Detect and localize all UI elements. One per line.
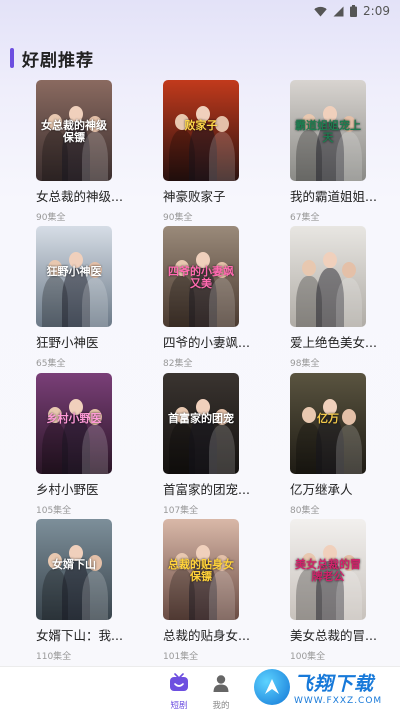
drama-title[interactable]: 总裁的贴身女...: [163, 625, 273, 644]
poster-figure: [82, 278, 108, 327]
drama-title[interactable]: 美女总裁的冒...: [290, 625, 400, 644]
drama-card[interactable]: 女婿下山女婿下山：我... 110集全: [36, 519, 146, 662]
battery-icon: [350, 5, 358, 17]
watermark-sub: WWW.FXXZ.COM: [294, 695, 383, 706]
user-icon: [211, 673, 231, 697]
poster-caption: 女总裁的神级保镖: [41, 119, 107, 144]
drama-title[interactable]: 爱上绝色美女...: [290, 332, 400, 351]
drama-poster[interactable]: 狂野小神医: [36, 226, 112, 327]
poster-figure: [209, 425, 235, 474]
drama-card[interactable]: 首富家的团宠首富家的团宠... 107集全: [163, 373, 273, 516]
drama-card[interactable]: 乡村小野医 乡村小野医 105集全: [36, 373, 146, 516]
poster-caption: 首富家的团宠: [168, 412, 234, 425]
poster-caption: 霸道姐姐宠上天: [295, 119, 361, 144]
drama-poster[interactable]: 亿万: [290, 373, 366, 474]
drama-episode-count: 100集全: [290, 652, 326, 662]
section-header: 好剧推荐: [10, 46, 94, 71]
poster-figure: [336, 425, 362, 474]
drama-poster[interactable]: [290, 226, 366, 327]
drama-poster[interactable]: 美女总裁的冒牌老公: [290, 519, 366, 620]
poster-caption: 乡村小野医: [46, 412, 102, 425]
poster-caption: 美女总裁的冒牌老公: [295, 558, 361, 583]
poster-figure-head: [342, 262, 356, 278]
tab-label: 短剧: [170, 701, 188, 711]
drama-episode-count: 98集全: [290, 359, 320, 369]
drama-card[interactable]: 霸道姐姐宠上天我的霸道姐姐... 67集全: [290, 80, 400, 223]
drama-title[interactable]: 四爷的小妻飒...: [163, 332, 273, 351]
drama-poster[interactable]: 女总裁的神级保镖: [36, 80, 112, 181]
drama-episode-count: 80集全: [290, 506, 320, 516]
drama-title[interactable]: 首富家的团宠...: [163, 479, 273, 498]
watermark-main: 飞翔下载: [294, 672, 375, 695]
poster-figure: [209, 132, 235, 181]
poster-caption: 四爷的小妻飒又美: [168, 265, 234, 290]
drama-title[interactable]: 乡村小野医: [36, 479, 146, 498]
status-bar: 2:09: [0, 0, 400, 22]
poster-caption: 狂野小神医: [46, 265, 102, 278]
tab-short-drama[interactable]: 短剧: [166, 673, 192, 711]
drama-card[interactable]: 败家子神豪败家子 90集全: [163, 80, 273, 223]
drama-title[interactable]: 女总裁的神级...: [36, 186, 146, 205]
drama-episode-count: 82集全: [163, 359, 193, 369]
section-title: 好剧推荐: [22, 50, 94, 71]
poster-caption: 亿万: [317, 412, 339, 425]
drama-episode-count: 101集全: [163, 652, 199, 662]
drama-poster[interactable]: 乡村小野医: [36, 373, 112, 474]
drama-card[interactable]: 亿万亿万继承人 80集全: [290, 373, 400, 516]
drama-card[interactable]: 女总裁的神级保镖女总裁的神级... 90集全: [36, 80, 146, 223]
watermark: 飞翔下载 WWW.FXXZ.COM: [254, 667, 394, 707]
signal-icon: [333, 6, 344, 17]
section-accent-bar: [10, 48, 14, 68]
drama-episode-count: 105集全: [36, 506, 72, 516]
watermark-logo-icon: [254, 669, 290, 705]
drama-poster[interactable]: 败家子: [163, 80, 239, 181]
poster-figure-head: [323, 252, 337, 268]
drama-poster[interactable]: 霸道姐姐宠上天: [290, 80, 366, 181]
poster-figure: [82, 571, 108, 620]
poster-figure: [336, 278, 362, 327]
drama-title[interactable]: 我的霸道姐姐...: [290, 186, 400, 205]
drama-episode-count: 110集全: [36, 652, 72, 662]
poster-caption: 总裁的贴身女保镖: [168, 558, 234, 583]
drama-card[interactable]: 狂野小神医 狂野小神医 65集全: [36, 226, 146, 369]
drama-episode-count: 67集全: [290, 213, 320, 223]
poster-figure: [82, 425, 108, 474]
drama-poster[interactable]: 女婿下山: [36, 519, 112, 620]
drama-episode-count: 107集全: [163, 506, 199, 516]
drama-episode-count: 90集全: [36, 213, 66, 223]
drama-poster[interactable]: 首富家的团宠: [163, 373, 239, 474]
poster-caption: 女婿下山: [52, 558, 96, 571]
drama-episode-count: 65集全: [36, 359, 66, 369]
wifi-icon: [314, 6, 327, 17]
drama-title[interactable]: 神豪败家子: [163, 186, 273, 205]
drama-card[interactable]: 总裁的贴身女保镖总裁的贴身女... 101集全: [163, 519, 273, 662]
drama-card[interactable]: 四爷的小妻飒又美四爷的小妻飒... 82集全: [163, 226, 273, 369]
drama-poster[interactable]: 总裁的贴身女保镖: [163, 519, 239, 620]
clock: 2:09: [363, 4, 390, 18]
drama-card[interactable]: 爱上绝色美女... 98集全: [290, 226, 400, 369]
drama-episode-count: 90集全: [163, 213, 193, 223]
poster-figure-head: [302, 260, 316, 276]
poster-caption: 败家子: [184, 119, 218, 132]
tv-icon: [168, 673, 190, 697]
tab-label: 我的: [212, 701, 230, 711]
drama-title[interactable]: 狂野小神医: [36, 332, 146, 351]
drama-title[interactable]: 女婿下山：我...: [36, 625, 146, 644]
drama-card[interactable]: 美女总裁的冒牌老公美女总裁的冒... 100集全: [290, 519, 400, 662]
drama-poster[interactable]: 四爷的小妻飒又美: [163, 226, 239, 327]
drama-title[interactable]: 亿万继承人: [290, 479, 400, 498]
tab-mine[interactable]: 我的: [208, 673, 234, 711]
